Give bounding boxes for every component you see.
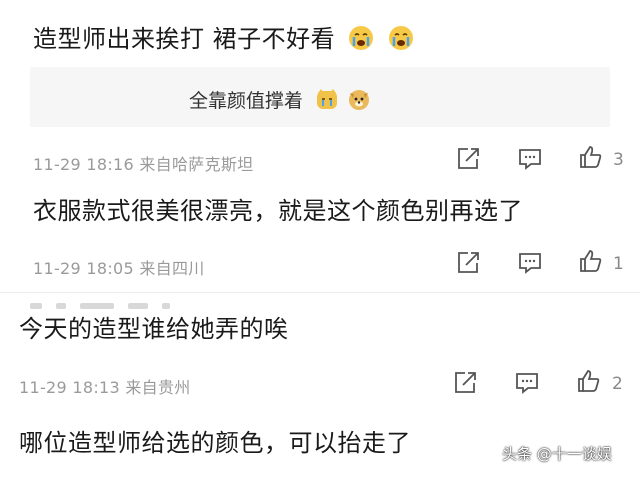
- comment-icon[interactable]: [517, 250, 543, 276]
- comment-1-text: 造型师出来挨打 裙子不好看: [33, 25, 336, 53]
- share-icon[interactable]: [452, 370, 478, 396]
- like-count: 2: [612, 374, 623, 394]
- doge-emoji-icon: [347, 87, 371, 116]
- comment-4-text: 哪位造型师给选的颜色，可以抬走了: [19, 429, 411, 457]
- reply-row: 全靠颜值撑着: [189, 86, 371, 116]
- comment-2-text: 衣服款式很美很漂亮，就是这个颜色别再选了: [33, 197, 523, 225]
- comment-1-meta: 11-29 18:16 来自哈萨克斯坦: [33, 155, 254, 174]
- comment-3-meta: 11-29 18:13 来自贵州: [19, 378, 191, 397]
- reply-text: 全靠颜值撑着: [189, 90, 304, 112]
- cropped-text-fragment: [30, 294, 184, 309]
- watermark: 头条 @十一谈娱: [502, 445, 612, 463]
- comment-1-text-row: 造型师出来挨打 裙子不好看: [33, 24, 415, 56]
- comment-icon[interactable]: [517, 146, 543, 172]
- share-icon[interactable]: [455, 146, 481, 172]
- divider: [0, 292, 640, 293]
- share-icon[interactable]: [455, 250, 481, 276]
- like-count: 3: [613, 150, 624, 170]
- thumbs-up-icon[interactable]: [578, 144, 604, 170]
- comment-icon[interactable]: [514, 370, 540, 396]
- crying-face-emoji-icon: [347, 24, 375, 56]
- crying-cat-emoji-icon: [315, 87, 339, 116]
- crying-face-emoji-icon: [387, 24, 415, 56]
- comment-2-meta: 11-29 18:05 来自四川: [33, 259, 205, 278]
- thumbs-up-icon[interactable]: [578, 248, 604, 274]
- comment-3-text: 今天的造型谁给她弄的唉: [19, 315, 289, 343]
- like-count: 1: [613, 254, 624, 274]
- thumbs-up-icon[interactable]: [576, 368, 602, 394]
